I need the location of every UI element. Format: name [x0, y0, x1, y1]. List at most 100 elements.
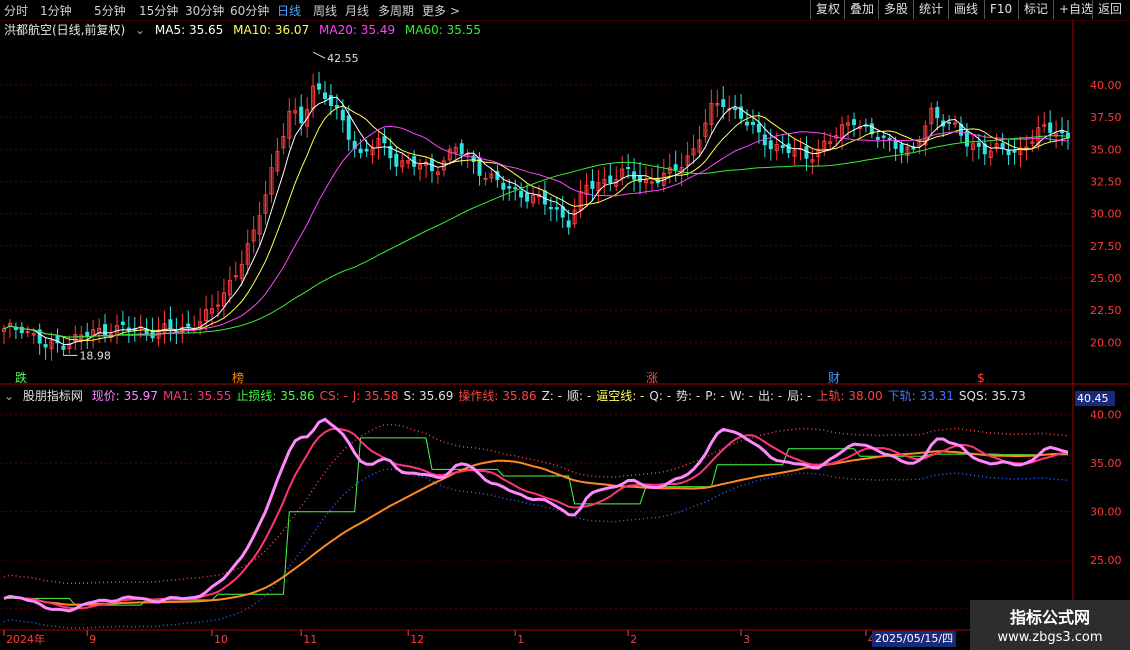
month-label: 1	[517, 633, 524, 646]
event-marker: 涨	[646, 370, 658, 385]
candle-body	[745, 121, 750, 126]
tab-60min[interactable]: 60分钟	[230, 2, 269, 19]
candle-body	[174, 330, 179, 333]
candle-body	[1042, 124, 1047, 127]
candle-body	[156, 329, 161, 339]
candle-body	[638, 175, 643, 183]
candle-body	[239, 263, 244, 280]
fuquan-button[interactable]: 复权	[810, 0, 845, 19]
current-price-line	[3, 417, 1069, 613]
settings-circle-icon[interactable]: ⌄	[135, 23, 145, 37]
candle-body	[400, 160, 405, 168]
indicator-item: S: 35.69	[403, 389, 454, 403]
candle-body	[840, 124, 845, 139]
candle-body	[531, 194, 536, 204]
main-axis-tick: 22.50	[1090, 304, 1122, 317]
candle-body	[7, 322, 12, 327]
tab-5min[interactable]: 5分钟	[94, 2, 126, 19]
tab-fenshi[interactable]: 分时	[4, 2, 28, 19]
candle-body	[964, 131, 969, 147]
candle-body	[507, 186, 512, 189]
lower-band-line	[3, 468, 1069, 629]
candle-body	[976, 142, 981, 147]
back-button[interactable]: 返回	[1092, 0, 1127, 19]
indicator-item: 出: -	[758, 389, 783, 403]
candle-body	[198, 321, 203, 328]
ma1-line	[3, 427, 1069, 610]
overlay-button[interactable]: 叠加	[844, 0, 879, 19]
candle-body	[649, 181, 654, 184]
candle-body	[459, 143, 464, 155]
main-axis-tick: 27.50	[1090, 240, 1122, 253]
candle-body	[863, 124, 868, 127]
candle-body	[911, 146, 916, 150]
indicator-item: 现价: 35.97	[91, 389, 158, 403]
candle-body	[733, 107, 738, 111]
candle-body	[780, 145, 785, 148]
statistics-button[interactable]: 统计	[913, 0, 948, 19]
candle-body	[192, 328, 197, 331]
candle-body	[97, 327, 102, 334]
candle-body	[590, 180, 595, 189]
main-axis-tick: 20.00	[1090, 336, 1122, 349]
tab-30min[interactable]: 30分钟	[185, 2, 224, 19]
candle-body	[25, 331, 30, 334]
candle-body	[370, 148, 375, 156]
watermark-title: 指标公式网	[1009, 608, 1090, 627]
candle-body	[495, 171, 500, 180]
tab-weekly[interactable]: 周线	[313, 2, 337, 19]
candle-body	[334, 104, 339, 108]
tab-1min[interactable]: 1分钟	[40, 2, 72, 19]
candle-body	[269, 167, 274, 195]
candle-body	[525, 192, 530, 202]
candle-body	[501, 182, 506, 190]
draw-line-button[interactable]: 画线	[948, 0, 983, 19]
candle-body	[293, 110, 298, 114]
candle-body	[114, 325, 119, 336]
candle-body	[596, 182, 601, 192]
tab-15min[interactable]: 15分钟	[139, 2, 178, 19]
candle-body	[1048, 122, 1053, 133]
indicator-item: Q: -	[649, 389, 672, 403]
candle-body	[774, 143, 779, 152]
candle-body	[1012, 150, 1017, 153]
candle-body	[85, 331, 90, 337]
tab-more[interactable]: 更多 >	[422, 2, 460, 19]
sqs-line	[3, 450, 1069, 606]
candle-body	[352, 140, 357, 149]
candle-body	[376, 137, 381, 148]
main-axis-tick: 37.50	[1090, 111, 1122, 124]
candle-body	[994, 143, 999, 149]
indicator-values: 现价: 35.97 MA1: 35.55 止损线: 35.86 CS: - J: 35.…	[92, 389, 1031, 403]
f10-button[interactable]: F10	[984, 0, 1017, 19]
candle-body	[685, 155, 690, 166]
candle-body	[536, 194, 541, 198]
mark-button[interactable]: 标记	[1018, 0, 1053, 19]
candle-body	[632, 171, 637, 180]
candle-body	[382, 136, 387, 144]
candle-body	[572, 209, 577, 225]
candle-body	[869, 123, 874, 135]
candle-body	[959, 123, 964, 136]
ma20-value: MA20: 35.49	[319, 23, 396, 37]
candle-body	[108, 333, 113, 338]
stock-title: 洪都航空(日线,前复权)	[4, 23, 126, 37]
candle-body	[477, 157, 482, 176]
tab-monthly[interactable]: 月线	[345, 2, 369, 19]
candle-body	[626, 167, 631, 170]
candle-body	[929, 107, 934, 125]
candle-body	[953, 122, 958, 125]
cursor-date: 2025/05/15/四	[872, 631, 957, 647]
candle-body	[881, 135, 886, 138]
tab-daily[interactable]: 日线	[277, 2, 301, 19]
candle-body	[750, 121, 755, 126]
candle-body	[679, 166, 684, 174]
candle-body	[875, 136, 880, 141]
candle-body	[1018, 147, 1023, 155]
multi-stock-button[interactable]: 多股	[878, 0, 913, 19]
ma60-line	[3, 135, 1069, 338]
candle-body	[941, 120, 946, 127]
tab-multi-period[interactable]: 多周期	[378, 2, 414, 19]
candle-body	[542, 190, 547, 205]
indicator-settings-icon[interactable]: ⌄	[4, 389, 14, 403]
